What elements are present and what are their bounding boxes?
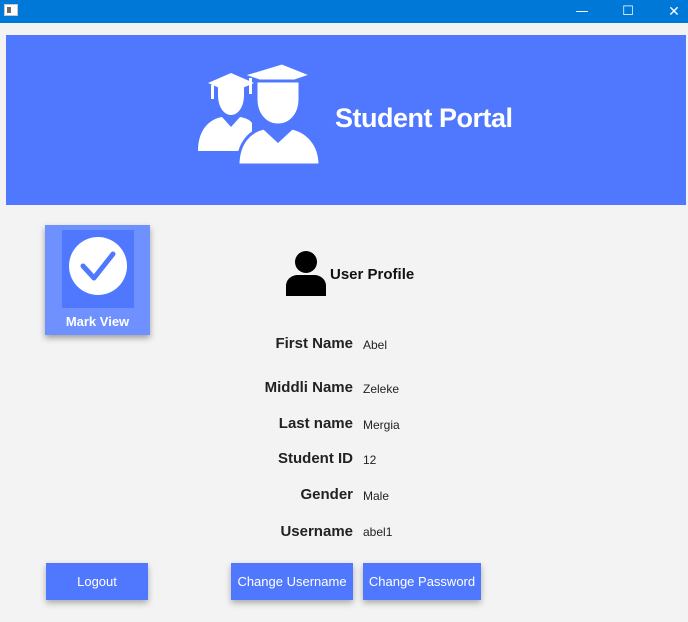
change-password-button[interactable]: Change Password	[363, 563, 481, 600]
gender-label: Gender	[300, 486, 353, 503]
last-name-value: Mergia	[363, 418, 400, 432]
change-username-button[interactable]: Change Username	[231, 563, 353, 600]
minimize-button[interactable]: —	[559, 0, 605, 23]
logout-button[interactable]: Logout	[46, 563, 148, 600]
username-label: Username	[280, 523, 353, 540]
app-title: Student Portal	[335, 103, 513, 133]
middle-name-label: Middli Name	[264, 379, 353, 396]
close-button[interactable]: ✕	[651, 0, 688, 23]
student-id-label: Student ID	[278, 450, 353, 467]
mark-view-icon-box	[62, 230, 134, 308]
first-name-value: Abel	[363, 338, 388, 352]
last-name-label: Last name	[278, 415, 353, 432]
middle-name-value: Zeleke	[363, 382, 400, 396]
profile-title: User Profile	[330, 266, 415, 283]
checkmark-circle-icon	[69, 237, 127, 295]
title-bar: — ☐ ✕	[0, 0, 688, 23]
header-banner: Student Portal	[6, 35, 686, 205]
user-icon	[286, 251, 326, 296]
gender-value: Male	[363, 489, 390, 503]
graduates-icon	[198, 63, 322, 167]
student-id-value: 12	[363, 453, 377, 467]
mark-view-button[interactable]: Mark View	[45, 225, 150, 335]
maximize-button[interactable]: ☐	[605, 0, 651, 23]
username-value: abel1	[363, 525, 393, 539]
mark-view-label: Mark View	[65, 314, 130, 329]
first-name-label: First Name	[275, 335, 353, 352]
app-icon	[4, 4, 18, 16]
